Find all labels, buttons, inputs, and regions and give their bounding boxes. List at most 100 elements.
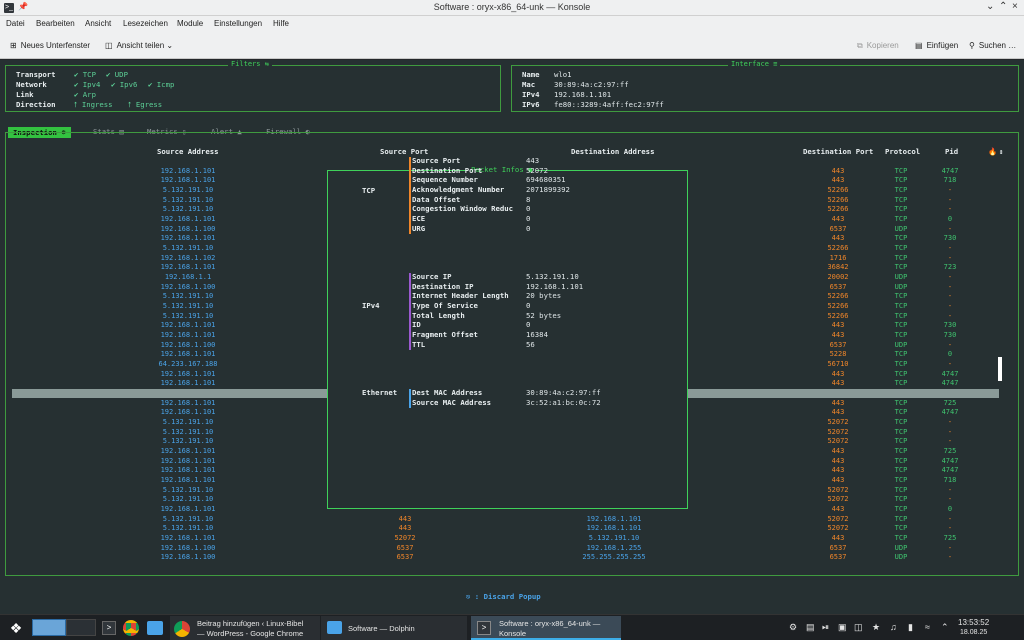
menu-hilfe[interactable]: Hilfe [273,19,289,28]
row-pid: - [947,292,953,301]
filter-egress[interactable]: ⭡ Egress [128,100,162,110]
clock-time[interactable]: 13:53:52 [958,618,989,627]
tray-bluetooth-icon[interactable]: ★ [872,623,880,632]
col-protocol: Protocol [885,147,921,156]
konsole-launcher-icon[interactable]: > [102,621,116,635]
row-pid: 4747 [941,408,959,417]
popup-field-key: Source Port [412,156,461,165]
taskbar-konsole[interactable]: > Software : oryx-x86_64-unk — Konsole [471,616,621,640]
row-pid: - [947,311,953,320]
row-pid: - [947,485,953,494]
tool-bar: ⊞ Neues Unterfenster ◫ Ansicht teilen ⌄ ⧉ K… [0,33,1024,59]
popup-field-value: 694680351 [526,175,566,185]
row-pid: - [947,205,953,214]
tray-volume-icon[interactable]: ♫ [890,623,897,632]
filter-tcp[interactable]: ✔ TCP [74,70,96,79]
app-launcher-icon[interactable]: ❖ [4,616,28,640]
row-source-address: 192.168.1.101 [160,398,216,407]
row-pid: 4747 [941,166,959,175]
popup-field-value: 5.132.191.10 [526,272,579,281]
popup-field-value: 0 [526,204,531,214]
menu-datei[interactable]: Datei [6,19,25,28]
row-source-address: 5.132.191.10 [162,301,214,310]
row-source-address: 192.168.1.101 [160,369,216,378]
tray-storage-icon[interactable]: ◫ [854,623,863,632]
row-source-address: 192.168.1.100 [160,553,216,562]
close-icon[interactable]: × [1012,1,1018,12]
row-pid: 718 [943,475,957,484]
search-button[interactable]: ⚲ Suchen … [969,41,1016,50]
filter-icmp[interactable]: ✔ Icmp [148,80,174,89]
dolphin-icon [327,621,342,634]
tray-media-icon[interactable]: ⏯ [822,623,829,632]
row-pid: - [947,185,953,194]
tray-clipboard-icon[interactable]: ▤ [806,623,815,632]
popup-field-key: Data Offset [412,194,461,204]
paste-button[interactable]: ▤ Einfügen [915,41,958,50]
popup-field-key: Total Length [412,310,465,320]
tray-battery-icon[interactable]: ▮ [908,623,913,632]
row-source-address: 5.132.191.10 [162,185,214,194]
konsole-title-1: Software : oryx-x86_64-unk — [499,619,601,628]
menu-lesezeichen[interactable]: Lesezeichen [123,19,168,28]
menu-bearbeiten[interactable]: Bearbeiten [36,19,75,28]
filter-ipv4[interactable]: ✔ Ipv4 [74,80,100,89]
minimize-icon[interactable]: ⌄ [986,1,994,12]
clock-date[interactable]: 18.08.25 [960,628,987,637]
row-source-address: 5.132.191.10 [162,524,214,533]
popup-field-key: Sequence Number [412,175,478,185]
chrome-launcher-icon[interactable] [123,620,139,636]
tray-updates-icon[interactable]: ▣ [838,623,847,632]
taskbar-dolphin[interactable]: Software — Dolphin [321,616,467,640]
row-pid: - [947,224,953,233]
terminal-area[interactable]: Filters ⇆ Transport ✔ TCP ✔ UDP Network … [0,60,1024,614]
popup-section-bar [409,389,411,409]
new-tab-button[interactable]: ⊞ Neues Unterfenster [10,41,90,50]
dolphin-launcher-icon[interactable] [147,621,163,635]
sort-icon[interactable]: 🔥 [988,147,997,156]
row-pid: - [947,272,953,281]
taskbar-chrome[interactable]: Beitrag hinzufügen ‹ Linux-Bibel — WordP… [170,616,320,640]
row-source-address: 192.168.1.101 [160,176,216,185]
tray-vault-icon[interactable]: ⚙ [789,623,797,632]
row-pid: 725 [943,398,957,407]
row-pid: - [947,253,953,262]
filter-udp[interactable]: ✔ UDP [106,70,128,79]
popup-section-bar [409,273,411,351]
filter-arp[interactable]: ✔ Arp [74,90,96,99]
paste-icon: ▤ [915,41,923,50]
desktop-pager-2[interactable] [66,619,96,636]
packet-info-popup: Packet Infos ● TCP Source Port 443 Destinat… [327,156,688,509]
row-source-address: 192.168.1.101 [160,504,216,513]
copy-button[interactable]: ⧉ Kopieren [857,41,899,51]
filter-ingress[interactable]: ⭡ Ingress [74,100,113,110]
popup-field-value: 20 bytes [526,291,562,301]
popup-field-value: 8 [526,194,531,204]
chrome-title-2: — WordPress - Google Chrome [197,629,304,638]
menu-module[interactable]: Module [177,19,203,28]
row-pid: - [947,195,953,204]
menu-ansicht[interactable]: Ansicht [85,19,111,28]
split-view-button[interactable]: ◫ Ansicht teilen ⌄ [105,41,173,50]
col-destination-address: Destination Address [571,147,655,156]
row-source-address: 5.132.191.10 [162,243,214,252]
scrollbar-thumb[interactable] [998,357,1002,381]
desktop-pager-1[interactable] [32,619,66,636]
row-source-address: 192.168.1.101 [160,466,216,475]
menu-einstellungen[interactable]: Einstellungen [214,19,262,28]
row-source-address: 192.168.1.101 [160,456,216,465]
maximize-icon[interactable]: ⌃ [999,1,1007,12]
tray-expand-icon[interactable]: ⌃ [941,623,949,632]
row-pid: 0 [947,214,953,223]
filter-ipv6[interactable]: ✔ Ipv6 [111,80,137,89]
iface-mac-label: Mac [522,80,536,89]
sort-direction-icon[interactable]: ↕ [999,147,1003,156]
popup-field-key: TTL [412,339,426,349]
iface-ipv4: 192.168.1.101 [554,90,612,99]
taskbar: ❖ > Beitrag hinzufügen ‹ Linux-Bibel — W… [0,614,1024,640]
row-source-port: 6537 [396,553,414,562]
network-label: Network [16,80,47,89]
konsole-title-2: Konsole [499,629,527,638]
title-bar[interactable]: >_ 📌 Software : oryx-x86_64-unk — Konsol… [0,0,1024,16]
tray-network-icon[interactable]: ≈ [925,623,930,632]
